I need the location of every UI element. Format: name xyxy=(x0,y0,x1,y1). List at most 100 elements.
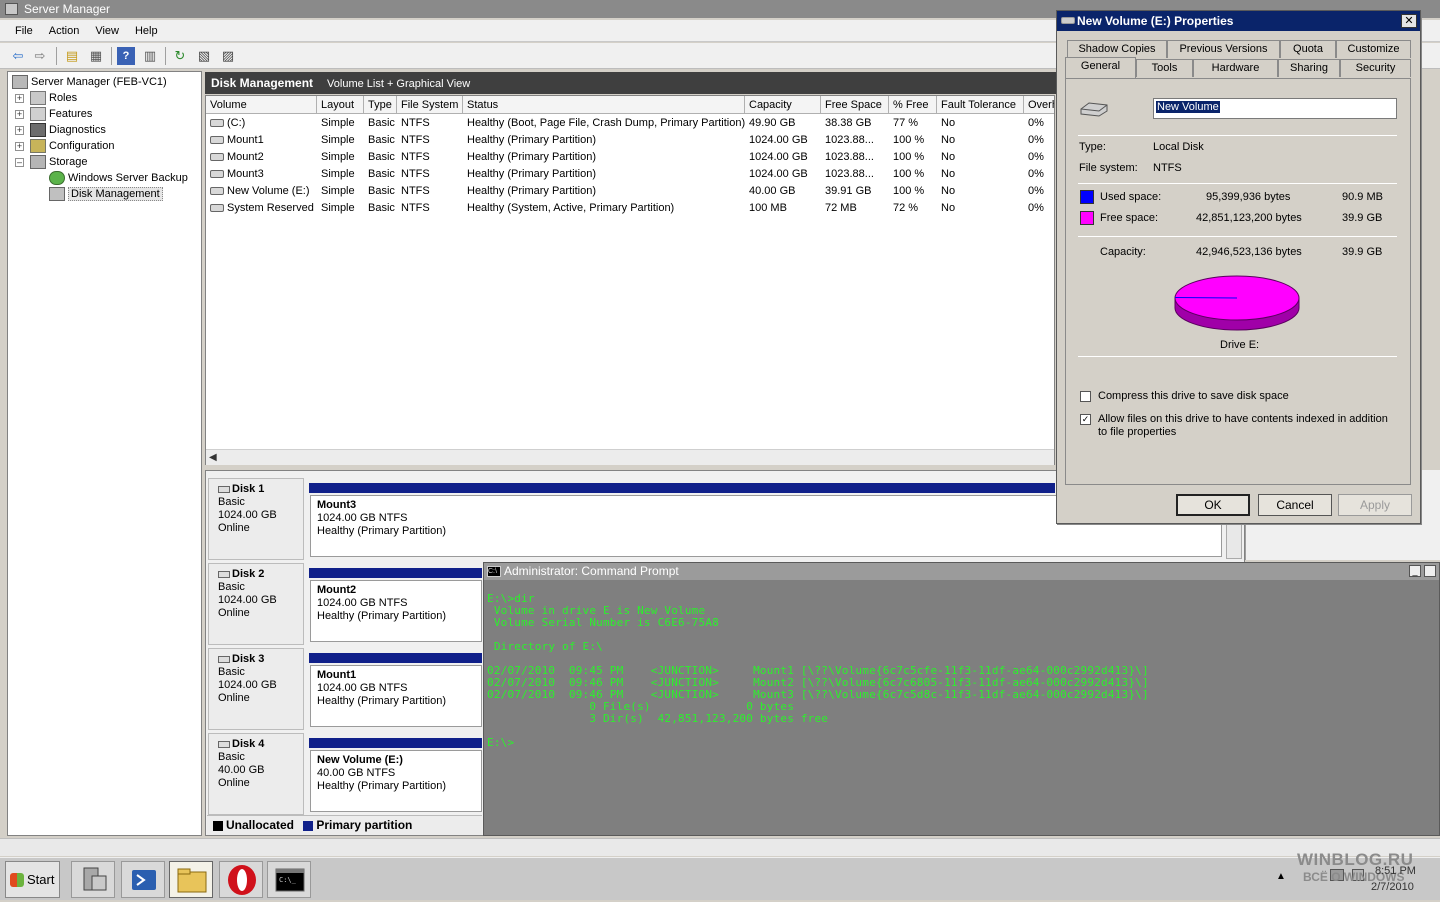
taskbar-powershell[interactable] xyxy=(121,861,165,898)
console-line: E:\> xyxy=(487,736,515,749)
volume-capacity: 1024.00 GB xyxy=(749,151,808,163)
tree-item-features[interactable]: Features xyxy=(30,106,92,122)
tree-item-server-manager[interactable]: Server Manager (FEB-VC1) xyxy=(12,74,167,90)
scroll-left-icon[interactable]: ◀ xyxy=(209,452,217,463)
menu-file[interactable]: File xyxy=(7,20,41,42)
tab-general[interactable]: General xyxy=(1065,57,1136,78)
start-button[interactable]: Start xyxy=(5,861,60,898)
drive-icon xyxy=(210,136,224,145)
tab-quota[interactable]: Quota xyxy=(1280,40,1336,58)
svg-text:C:\_: C:\_ xyxy=(279,876,297,884)
tray-expand-icon[interactable]: ▲ xyxy=(1276,871,1286,882)
start-label: Start xyxy=(27,872,55,887)
tab-customize[interactable]: Customize xyxy=(1336,40,1411,58)
command-prompt-titlebar[interactable]: C:\ Administrator: Command Prompt _ xyxy=(484,563,1439,580)
expand-diagnostics-icon[interactable]: + xyxy=(15,126,24,135)
tree-item-configuration[interactable]: Configuration xyxy=(30,138,114,154)
command-prompt-output[interactable]: E:\>dir Volume in drive E is New Volume … xyxy=(487,593,1427,833)
taskbar-server-manager[interactable] xyxy=(71,861,115,898)
partition-box[interactable]: Mount2 1024.00 GB NTFS Healthy (Primary … xyxy=(310,580,482,642)
expand-configuration-icon[interactable]: + xyxy=(15,142,24,151)
index-checkbox[interactable]: ✓ xyxy=(1080,414,1091,425)
graphical-view-vscrollbar[interactable] xyxy=(1226,523,1242,559)
taskbar-explorer[interactable] xyxy=(169,861,213,898)
file-system-label: File system: xyxy=(1079,162,1138,174)
ok-button[interactable]: OK xyxy=(1176,494,1250,516)
forward-arrow-icon[interactable]: ⇨ xyxy=(31,47,49,65)
volume-row[interactable]: Mount1 Simple Basic NTFS Healthy (Primar… xyxy=(206,132,1054,149)
column-header-free-space[interactable]: Free Space xyxy=(821,96,889,114)
collapse-storage-icon[interactable]: – xyxy=(15,158,24,167)
tab-security[interactable]: Security xyxy=(1340,59,1411,77)
menu-help[interactable]: Help xyxy=(127,20,166,42)
volume-properties-dialog[interactable]: New Volume (E:) Properties ✕ Shadow Copi… xyxy=(1056,10,1421,524)
column-header-capacity[interactable]: Capacity xyxy=(745,96,821,114)
partition-box[interactable]: Mount1 1024.00 GB NTFS Healthy (Primary … xyxy=(310,665,482,727)
properties-icon[interactable]: ▨ xyxy=(219,47,237,65)
partition-box[interactable]: New Volume (E:) 40.00 GB NTFS Healthy (P… xyxy=(310,750,482,812)
volume-row[interactable]: (C:) Simple Basic NTFS Healthy (Boot, Pa… xyxy=(206,115,1054,132)
expand-roles-icon[interactable]: + xyxy=(15,94,24,103)
taskbar-cmd[interactable]: C:\_ xyxy=(267,861,311,898)
column-header-volume[interactable]: Volume xyxy=(206,96,317,114)
volume-row[interactable]: Mount2 Simple Basic NTFS Healthy (Primar… xyxy=(206,149,1054,166)
properties-titlebar[interactable]: New Volume (E:) Properties ✕ xyxy=(1057,11,1420,31)
clock-time[interactable]: 8:51 PM xyxy=(1375,865,1416,877)
cancel-button[interactable]: Cancel xyxy=(1258,494,1332,516)
tab-sharing[interactable]: Sharing xyxy=(1278,59,1340,77)
taskbar-opera[interactable] xyxy=(219,861,263,898)
column-header-type[interactable]: Type xyxy=(364,96,397,114)
help-icon[interactable]: ? xyxy=(117,47,135,65)
disk-label[interactable]: Disk 4 Basic 40.00 GB Online xyxy=(208,733,304,815)
tree-item-diagnostics[interactable]: Diagnostics xyxy=(30,122,106,138)
column-header-layout[interactable]: Layout xyxy=(317,96,364,114)
tab-hardware[interactable]: Hardware xyxy=(1193,59,1278,77)
tree-item-storage[interactable]: Storage xyxy=(30,154,88,170)
column-header-fault-tolerance[interactable]: Fault Tolerance xyxy=(937,96,1024,114)
disk-label[interactable]: Disk 3 Basic 1024.00 GB Online xyxy=(208,648,304,730)
partition-name: Mount2 xyxy=(317,584,357,596)
volume-row[interactable]: Mount3 Simple Basic NTFS Healthy (Primar… xyxy=(206,166,1054,183)
volume-label-input[interactable]: New Volume xyxy=(1153,98,1397,119)
column-header-status[interactable]: Status xyxy=(463,96,745,114)
console-tree-icon[interactable]: ▥ xyxy=(141,47,159,65)
maximize-button[interactable] xyxy=(1424,565,1436,577)
tab-previous-versions[interactable]: Previous Versions xyxy=(1167,40,1280,58)
volume-layout: Simple xyxy=(321,185,355,197)
tree-item-disk-management[interactable]: Disk Management xyxy=(49,186,163,202)
column-header-file-system[interactable]: File System xyxy=(397,96,463,114)
tab-tools[interactable]: Tools xyxy=(1136,59,1193,77)
volume-row[interactable]: New Volume (E:) Simple Basic NTFS Health… xyxy=(206,183,1054,200)
compress-checkbox[interactable] xyxy=(1080,391,1091,402)
console-line: 3 Dir(s) 42,851,123,200 bytes free xyxy=(487,712,829,725)
drive-icon xyxy=(210,170,224,179)
disk-label[interactable]: Disk 2 Basic 1024.00 GB Online xyxy=(208,563,304,645)
volume-row[interactable]: System Reserved Simple Basic NTFS Health… xyxy=(206,200,1054,217)
volume-list-hscrollbar[interactable]: ◀ xyxy=(206,449,1054,465)
export-list-icon[interactable]: ▧ xyxy=(195,47,213,65)
up-folder-icon[interactable]: ▤ xyxy=(63,47,81,65)
volume-layout: Simple xyxy=(321,151,355,163)
volume-type: Basic xyxy=(368,168,395,180)
tree-item-roles[interactable]: Roles xyxy=(30,90,77,106)
back-arrow-icon[interactable]: ⇦ xyxy=(9,47,27,65)
apply-button[interactable]: Apply xyxy=(1338,494,1412,516)
column-header-percent-free[interactable]: % Free xyxy=(889,96,937,114)
clock-date[interactable]: 2/7/2010 xyxy=(1371,881,1414,893)
volume-name: Mount1 xyxy=(227,134,264,146)
show-hide-tree-icon[interactable]: ▦ xyxy=(87,47,105,65)
disk-label[interactable]: Disk 1 Basic 1024.00 GB Online xyxy=(208,478,304,560)
tab-shadow-copies[interactable]: Shadow Copies xyxy=(1067,40,1167,58)
command-prompt-window[interactable]: C:\ Administrator: Command Prompt _ E:\>… xyxy=(483,562,1440,836)
drive-icon xyxy=(1061,17,1075,24)
tree-item-windows-server-backup[interactable]: Windows Server Backup xyxy=(49,170,188,186)
menu-action[interactable]: Action xyxy=(41,20,88,42)
column-header-overhead[interactable]: Overh xyxy=(1024,96,1054,114)
primary-partition-swatch xyxy=(303,820,314,831)
minimize-button[interactable]: _ xyxy=(1409,565,1421,577)
close-button[interactable]: ✕ xyxy=(1401,14,1417,28)
refresh-icon[interactable]: ↻ xyxy=(171,47,189,65)
disk-name: Disk 3 xyxy=(232,653,265,665)
menu-view[interactable]: View xyxy=(87,20,127,42)
expand-features-icon[interactable]: + xyxy=(15,110,24,119)
